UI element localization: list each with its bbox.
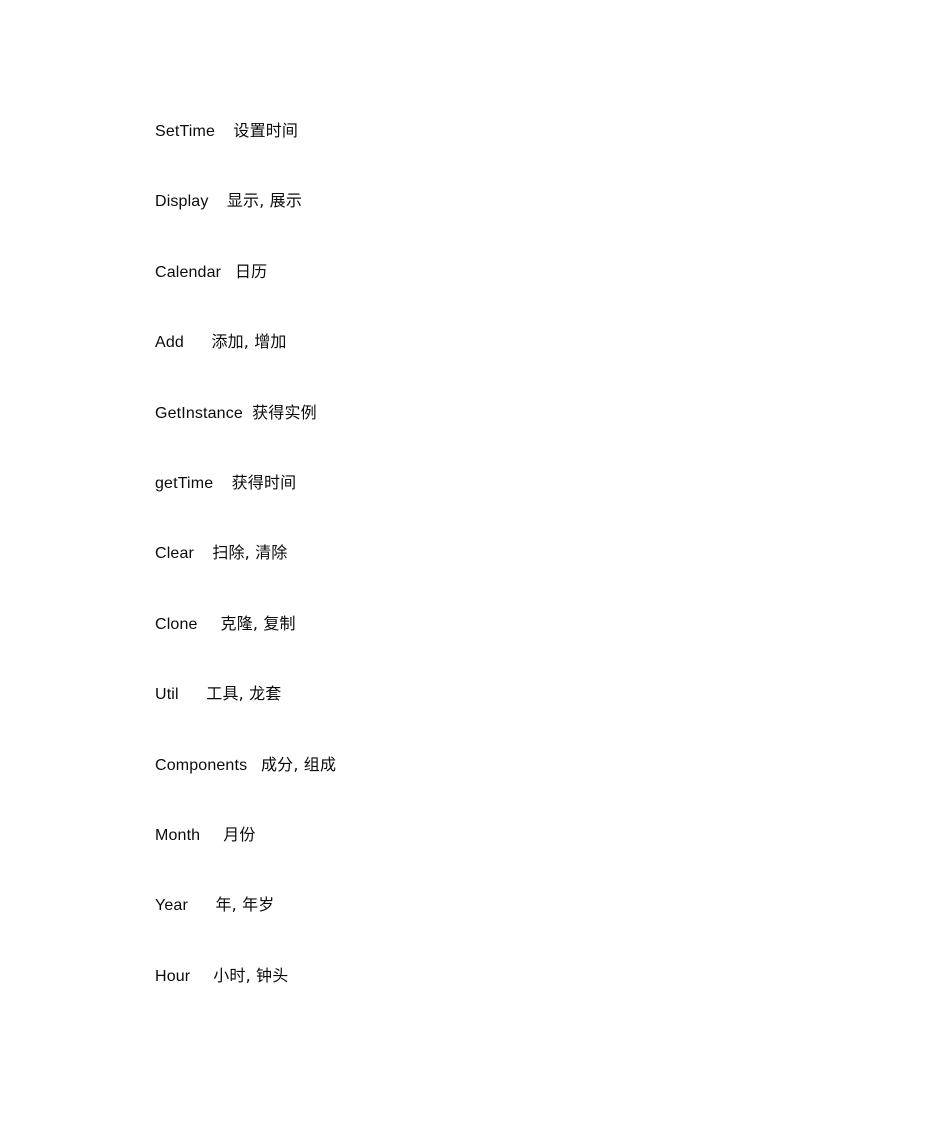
glossary-translation: 工具, 龙套	[206, 684, 282, 704]
glossary-translation: 成分, 组成	[261, 754, 337, 774]
glossary-gap	[190, 968, 213, 985]
glossary-translation: 显示, 展示	[226, 191, 302, 211]
glossary-term: Calendar	[155, 263, 222, 281]
glossary-entry: getTime 获得时间	[155, 448, 895, 518]
glossary-list: SetTime 设置时间 Display 显示, 展示 Calendar 日历 Add…	[155, 96, 895, 1011]
glossary-entry: Util 工具, 龙套	[155, 659, 895, 729]
glossary-translation: 月份	[223, 824, 256, 844]
glossary-translation: 小时, 钟头	[213, 965, 289, 985]
glossary-entry: Components 成分, 组成	[155, 730, 895, 800]
glossary-entry: Clear 扫除, 清除	[155, 518, 895, 588]
glossary-term: Year	[155, 897, 188, 915]
glossary-gap	[247, 757, 261, 774]
glossary-gap	[243, 405, 252, 422]
glossary-translation: 获得时间	[231, 472, 297, 492]
glossary-entry: Add 添加, 增加	[155, 307, 895, 377]
glossary-term: Components	[155, 756, 248, 774]
glossary-gap	[215, 123, 233, 140]
glossary-entry: SetTime 设置时间	[155, 96, 895, 166]
glossary-gap	[188, 897, 216, 914]
glossary-translation: 扫除, 清除	[212, 543, 288, 563]
document-page: SetTime 设置时间 Display 显示, 展示 Calendar 日历 Add…	[0, 0, 945, 1123]
glossary-entry: Calendar 日历	[155, 237, 895, 307]
glossary-term: Clear	[155, 545, 194, 563]
glossary-entry: Hour 小时, 钟头	[155, 941, 895, 1011]
glossary-translation: 设置时间	[233, 121, 299, 140]
glossary-translation: 添加, 增加	[211, 332, 287, 352]
glossary-gap	[221, 264, 235, 281]
glossary-term: getTime	[155, 474, 214, 492]
glossary-term: SetTime	[155, 123, 216, 140]
glossary-entry: Year 年, 年岁	[155, 870, 895, 940]
glossary-translation: 获得实例	[252, 402, 317, 422]
glossary-gap	[184, 334, 212, 351]
glossary-gap	[179, 686, 207, 703]
glossary-gap	[213, 475, 231, 492]
glossary-term: Clone	[155, 615, 198, 633]
glossary-gap	[194, 545, 212, 562]
glossary-term: Hour	[155, 967, 191, 985]
glossary-term: Display	[155, 193, 209, 211]
glossary-term: Add	[155, 334, 184, 352]
glossary-gap	[200, 827, 223, 844]
glossary-translation: 克隆, 复制	[220, 613, 296, 633]
glossary-term: GetInstance	[155, 404, 243, 422]
glossary-term: Util	[155, 686, 179, 704]
glossary-entry: Display 显示, 展示	[155, 166, 895, 236]
glossary-entry: GetInstance 获得实例	[155, 378, 895, 448]
glossary-gap	[198, 616, 221, 633]
glossary-entry: Month 月份	[155, 800, 895, 870]
glossary-entry: Clone 克隆, 复制	[155, 589, 895, 659]
glossary-translation: 日历	[234, 261, 268, 281]
glossary-translation: 年, 年岁	[215, 895, 275, 915]
glossary-gap	[209, 193, 227, 210]
glossary-term: Month	[155, 826, 201, 844]
